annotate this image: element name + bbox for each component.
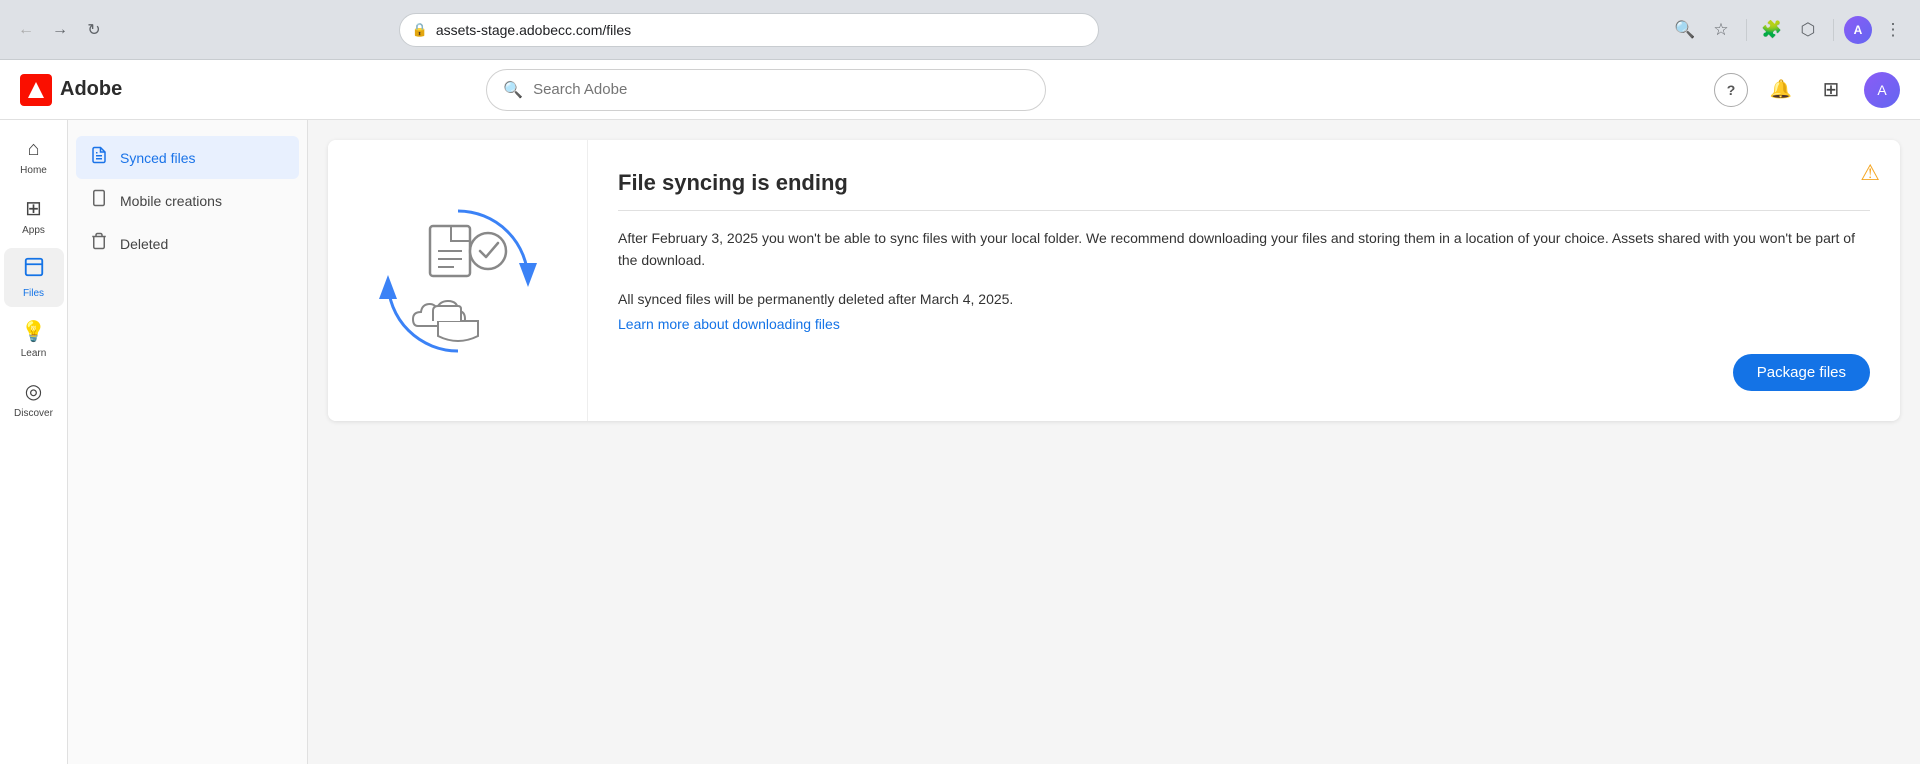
address-bar[interactable]: 🔒 assets-stage.adobecc.com/files bbox=[399, 13, 1099, 47]
help-button[interactable]: ? bbox=[1714, 73, 1748, 107]
sidebar-item-apps[interactable]: ⊞ Apps bbox=[4, 188, 64, 244]
browser-search-button[interactable]: 🔍 bbox=[1670, 15, 1700, 45]
mobile-creations-label: Mobile creations bbox=[120, 193, 222, 209]
synced-files-label: Synced files bbox=[120, 150, 195, 166]
apps-grid-button[interactable]: ⊞ bbox=[1814, 73, 1848, 107]
banner-illustration bbox=[328, 140, 588, 421]
adobe-logo-icon bbox=[20, 74, 52, 106]
sidebar-item-discover[interactable]: ◎ Discover bbox=[4, 371, 64, 427]
sidebar-learn-label: Learn bbox=[21, 348, 47, 359]
browser-menu-button[interactable]: ⋮ bbox=[1878, 15, 1908, 45]
top-header: Adobe 🔍 ? 🔔 ⊞ A bbox=[0, 60, 1920, 120]
mobile-creations-icon bbox=[90, 189, 108, 212]
banner-title: File syncing is ending bbox=[618, 170, 1870, 196]
adobe-logo: Adobe bbox=[20, 74, 122, 106]
notification-banner: ⚠ File syncing is ending After February … bbox=[328, 140, 1900, 421]
browser-extensions-button[interactable]: 🧩 bbox=[1757, 15, 1787, 45]
separator2 bbox=[1833, 19, 1834, 41]
sidebar-discover-label: Discover bbox=[14, 408, 53, 419]
home-icon: ⌂ bbox=[27, 138, 39, 161]
nav-deleted[interactable]: Deleted bbox=[76, 222, 299, 265]
discover-icon: ◎ bbox=[25, 379, 42, 404]
refresh-button[interactable]: ↻ bbox=[80, 16, 108, 44]
sidebar-apps-label: Apps bbox=[22, 225, 45, 236]
browser-profile[interactable]: A bbox=[1844, 16, 1872, 44]
adobe-logo-text: Adobe bbox=[60, 78, 122, 101]
search-icon: 🔍 bbox=[503, 80, 523, 100]
synced-files-icon bbox=[90, 146, 108, 169]
banner-content: ⚠ File syncing is ending After February … bbox=[588, 140, 1900, 421]
banner-secondary-text: All synced files will be permanently del… bbox=[618, 288, 1870, 310]
back-button[interactable]: ← bbox=[12, 16, 40, 44]
sidebar-home-label: Home bbox=[20, 165, 47, 176]
separator bbox=[1746, 19, 1747, 41]
header-right: ? 🔔 ⊞ A bbox=[1714, 72, 1900, 108]
apps-icon: ⊞ bbox=[25, 196, 42, 221]
address-icon: 🔒 bbox=[412, 22, 428, 38]
user-profile[interactable]: A bbox=[1864, 72, 1900, 108]
sidebar-item-files[interactable]: Files bbox=[4, 248, 64, 307]
browser-puzzle-button[interactable]: ⬡ bbox=[1793, 15, 1823, 45]
files-icon bbox=[23, 256, 45, 284]
nav-synced-files[interactable]: Synced files bbox=[76, 136, 299, 179]
banner-actions: Package files bbox=[618, 354, 1870, 391]
banner-main-text: After February 3, 2025 you won't be able… bbox=[618, 227, 1870, 272]
banner-divider bbox=[618, 210, 1870, 211]
content-area: ⚠ File syncing is ending After February … bbox=[308, 120, 1920, 764]
main-body: ⌂ Home ⊞ Apps Files 💡 Learn ◎ bbox=[0, 120, 1920, 764]
sidebar-item-home[interactable]: ⌂ Home bbox=[4, 130, 64, 184]
sidebar-files-label: Files bbox=[23, 288, 44, 299]
sidebar-item-learn[interactable]: 💡 Learn bbox=[4, 311, 64, 367]
left-nav: Synced files Mobile creations Deleted bbox=[68, 120, 308, 764]
learn-icon: 💡 bbox=[21, 319, 46, 344]
deleted-icon bbox=[90, 232, 108, 255]
warning-icon: ⚠ bbox=[1860, 160, 1880, 186]
package-files-button[interactable]: Package files bbox=[1733, 354, 1870, 391]
browser-nav-buttons: ← → ↻ bbox=[12, 16, 108, 44]
nav-mobile-creations[interactable]: Mobile creations bbox=[76, 179, 299, 222]
icon-sidebar: ⌂ Home ⊞ Apps Files 💡 Learn ◎ bbox=[0, 120, 68, 764]
browser-actions: 🔍 ☆ 🧩 ⬡ A ⋮ bbox=[1670, 15, 1908, 45]
app-container: Adobe 🔍 ? 🔔 ⊞ A ⌂ Home ⊞ Apps bbox=[0, 60, 1920, 764]
browser-bookmark-button[interactable]: ☆ bbox=[1706, 15, 1736, 45]
browser-chrome: ← → ↻ 🔒 assets-stage.adobecc.com/files 🔍… bbox=[0, 0, 1920, 60]
notifications-button[interactable]: 🔔 bbox=[1764, 73, 1798, 107]
deleted-label: Deleted bbox=[120, 236, 168, 252]
search-bar[interactable]: 🔍 bbox=[486, 69, 1046, 111]
search-input[interactable] bbox=[533, 81, 1029, 98]
learn-more-link[interactable]: Learn more about downloading files bbox=[618, 316, 840, 332]
address-text: assets-stage.adobecc.com/files bbox=[436, 22, 1086, 38]
forward-button[interactable]: → bbox=[46, 16, 74, 44]
